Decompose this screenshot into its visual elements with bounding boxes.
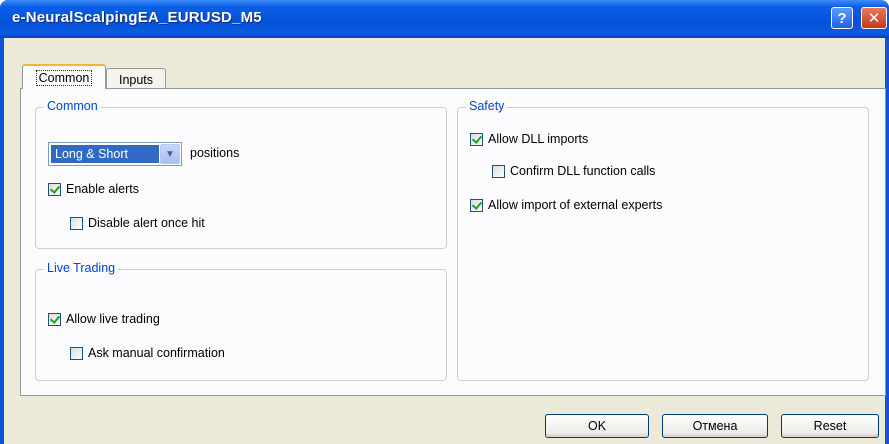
confirm-dll-calls-label: Confirm DLL function calls bbox=[510, 164, 656, 178]
allow-dll-imports-label: Allow DLL imports bbox=[488, 132, 589, 146]
ok-button[interactable]: OK bbox=[545, 414, 649, 438]
disable-alert-once-hit-checkbox[interactable]: Disable alert once hit bbox=[70, 216, 205, 230]
tab-inputs-label: Inputs bbox=[118, 72, 154, 87]
positions-select[interactable]: Long & Short ▼ bbox=[48, 142, 182, 166]
confirm-dll-calls-checkbox[interactable]: Confirm DLL function calls bbox=[492, 164, 655, 178]
tab-common[interactable]: Common bbox=[22, 64, 106, 89]
checkbox-checked-icon[interactable] bbox=[48, 312, 61, 326]
close-icon[interactable]: ✕ bbox=[861, 7, 887, 29]
common-group: Common Long & Short ▼ positions Enable a… bbox=[35, 99, 447, 249]
window-title: e-NeuralScalpingEA_EURUSD_M5 bbox=[12, 9, 262, 26]
live-trading-group: Live Trading Allow live trading Ask manu… bbox=[35, 261, 447, 381]
title-bar[interactable]: e-NeuralScalpingEA_EURUSD_M5 ? ✕ bbox=[0, 0, 889, 38]
cancel-button[interactable]: Отмена bbox=[662, 414, 768, 438]
positions-label: positions bbox=[190, 146, 240, 160]
chevron-down-icon[interactable]: ▼ bbox=[160, 144, 180, 164]
enable-alerts-label: Enable alerts bbox=[66, 182, 139, 196]
checkbox-checked-icon[interactable] bbox=[470, 132, 483, 146]
checkbox-unchecked-icon[interactable] bbox=[70, 346, 83, 360]
checkbox-unchecked-icon[interactable] bbox=[70, 216, 83, 230]
ask-manual-confirmation-checkbox[interactable]: Ask manual confirmation bbox=[70, 346, 225, 360]
ea-properties-dialog: e-NeuralScalpingEA_EURUSD_M5 ? ✕ Common … bbox=[0, 0, 889, 444]
ask-manual-confirmation-label: Ask manual confirmation bbox=[88, 346, 225, 360]
tab-common-label: Common bbox=[35, 69, 93, 86]
disable-alert-once-hit-label: Disable alert once hit bbox=[88, 216, 205, 230]
checkbox-checked-icon[interactable] bbox=[48, 182, 61, 196]
tab-inputs[interactable]: Inputs bbox=[106, 68, 166, 90]
checkbox-checked-icon[interactable] bbox=[470, 198, 483, 212]
enable-alerts-checkbox[interactable]: Enable alerts bbox=[48, 182, 139, 196]
common-group-title: Common bbox=[44, 99, 101, 113]
allow-live-trading-checkbox[interactable]: Allow live trading bbox=[48, 312, 160, 326]
allow-dll-imports-checkbox[interactable]: Allow DLL imports bbox=[470, 132, 588, 146]
reset-button[interactable]: Reset bbox=[781, 414, 879, 438]
checkbox-unchecked-icon[interactable] bbox=[492, 164, 505, 178]
live-trading-group-title: Live Trading bbox=[44, 261, 119, 275]
tab-panel-common: Common Long & Short ▼ positions Enable a… bbox=[20, 88, 886, 396]
positions-select-value: Long & Short bbox=[51, 145, 159, 163]
dialog-body: Common Inputs Common Long & Short ▼ posi… bbox=[4, 38, 886, 444]
allow-live-trading-label: Allow live trading bbox=[66, 312, 160, 326]
help-icon[interactable]: ? bbox=[831, 7, 853, 29]
safety-group: Safety Allow DLL imports Confirm DLL fun… bbox=[457, 99, 869, 381]
allow-external-experts-label: Allow import of external experts bbox=[488, 198, 663, 212]
allow-external-experts-checkbox[interactable]: Allow import of external experts bbox=[470, 198, 662, 212]
safety-group-title: Safety bbox=[466, 99, 508, 113]
